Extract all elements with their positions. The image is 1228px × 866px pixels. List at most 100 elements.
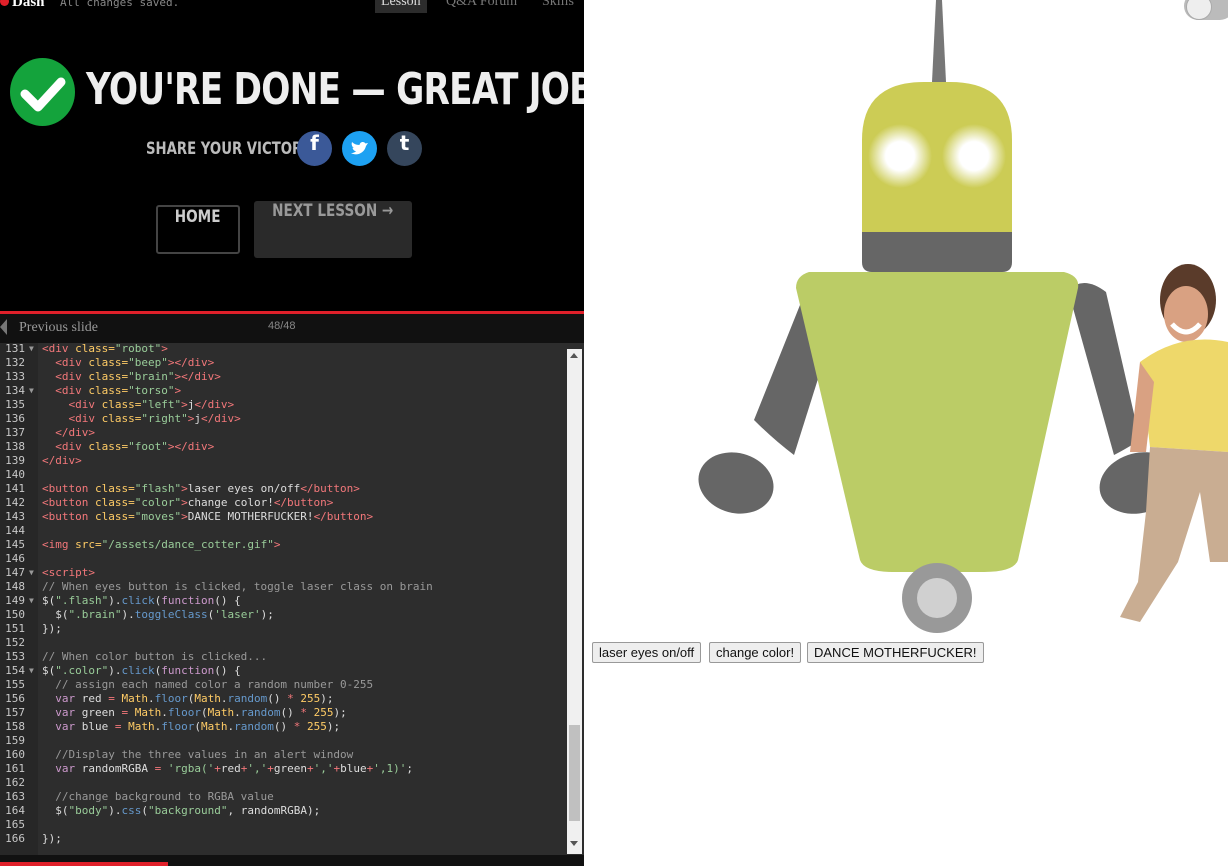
line-number: 134 [5, 384, 25, 397]
code-line[interactable]: <div class="robot"> [42, 343, 168, 355]
line-number: 153 [5, 650, 25, 663]
line-number: 146 [5, 552, 25, 565]
line-number: 160 [5, 748, 25, 761]
line-number: 157 [5, 706, 25, 719]
share-label: SHARE YOUR VICTORY: [146, 139, 316, 159]
previous-slide-link[interactable]: Previous slide [19, 320, 98, 336]
line-number: 131 [5, 343, 25, 355]
code-line[interactable]: <script> [42, 566, 95, 579]
line-number: 141 [5, 482, 25, 495]
code-line[interactable]: var green = Math.floor(Math.random() * 2… [42, 706, 346, 719]
fold-toggle-icon[interactable]: ▼ [29, 596, 34, 605]
fold-toggle-icon[interactable]: ▼ [29, 344, 34, 353]
line-number: 132 [5, 356, 25, 369]
next-lesson-button[interactable]: NEXT LESSON → [254, 201, 412, 258]
line-number: 164 [5, 804, 25, 817]
line-number: 138 [5, 440, 25, 453]
code-line[interactable]: <div class="beep"></div> [42, 356, 214, 369]
line-number: 158 [5, 720, 25, 733]
tab-skills[interactable]: Skills [536, 0, 580, 13]
logo-icon [0, 0, 9, 6]
logo[interactable]: Dash [0, 0, 45, 10]
dancer-image [1120, 264, 1228, 622]
twitter-icon[interactable] [342, 131, 377, 166]
code-line[interactable]: //Display the three values in an alert w… [42, 748, 353, 761]
change-color-button[interactable]: change color! [709, 642, 802, 663]
code-line[interactable]: var randomRGBA = 'rgba('+red+','+green+'… [42, 762, 413, 775]
robot-left-eye [868, 124, 932, 188]
robot-right-eye [942, 124, 1006, 188]
line-number: 140 [5, 468, 25, 481]
scroll-up-icon[interactable] [570, 353, 578, 358]
code-line[interactable]: </div> [42, 426, 95, 439]
logo-text: Dash [12, 0, 45, 10]
line-number: 151 [5, 622, 25, 635]
code-line[interactable]: </div> [42, 454, 82, 467]
code-line[interactable]: <div class="left">j</div> [42, 398, 235, 411]
line-number: 143 [5, 510, 25, 523]
line-number: 154 [5, 664, 25, 677]
chevron-left-icon[interactable] [0, 319, 7, 335]
line-number: 135 [5, 398, 25, 411]
line-number: 149 [5, 594, 25, 607]
completion-title: YOU'RE DONE — GREAT JOB! [86, 64, 610, 115]
line-number: 147 [5, 566, 25, 579]
facebook-icon[interactable]: f [297, 131, 332, 166]
code-line[interactable]: }); [42, 832, 62, 845]
code-line[interactable]: <img src="/assets/dance_cotter.gif"> [42, 538, 280, 551]
code-line[interactable]: <div class="right">j</div> [42, 412, 241, 425]
dance-button[interactable]: DANCE MOTHERFUCKER! [807, 642, 984, 663]
fold-toggle-icon[interactable]: ▼ [29, 666, 34, 675]
home-button-label: HOME [175, 207, 221, 227]
robot-antenna [932, 0, 946, 82]
code-line[interactable]: <button class="color">change color!</but… [42, 496, 333, 509]
line-number: 161 [5, 762, 25, 775]
lesson-progress-bar [0, 862, 168, 866]
code-line[interactable]: // When eyes button is clicked, toggle l… [42, 580, 433, 593]
line-number: 145 [5, 538, 25, 551]
code-line[interactable]: <button class="moves">DANCE MOTHERFUCKER… [42, 510, 373, 523]
code-line[interactable]: //change background to RGBA value [42, 790, 274, 803]
laser-eyes-button[interactable]: laser eyes on/off [592, 642, 702, 663]
code-line[interactable]: <div class="brain"></div> [42, 370, 221, 383]
line-number: 144 [5, 524, 25, 537]
code-line[interactable]: $("body").css("background", randomRGBA); [42, 804, 320, 817]
line-number: 166 [5, 832, 25, 845]
scrollbar-thumb[interactable] [569, 725, 580, 821]
code-line[interactable]: <button class="flash">laser eyes on/off<… [42, 482, 360, 495]
code-line[interactable]: }); [42, 622, 62, 635]
line-number: 133 [5, 370, 25, 383]
save-status: All changes saved. [60, 0, 180, 9]
line-number: 142 [5, 496, 25, 509]
code-line[interactable]: var red = Math.floor(Math.random() * 255… [42, 692, 333, 705]
home-button[interactable]: HOME [156, 205, 240, 254]
tumblr-icon[interactable]: t [387, 131, 422, 166]
line-number: 148 [5, 580, 25, 593]
code-line[interactable]: // When color button is clicked... [42, 650, 267, 663]
code-line[interactable]: // assign each named color a random numb… [42, 678, 373, 691]
code-line[interactable]: <div class="torso"> [42, 384, 181, 397]
line-number: 139 [5, 454, 25, 467]
tab-lesson[interactable]: Lesson [375, 0, 427, 13]
line-number: 156 [5, 692, 25, 705]
robot-foot-inner [917, 578, 957, 618]
robot-left-hand [698, 452, 774, 514]
code-line[interactable]: $(".brain").toggleClass('laser'); [42, 608, 274, 621]
code-line[interactable]: $(".flash").click(function() { [42, 594, 241, 607]
code-line[interactable]: <div class="foot"></div> [42, 440, 214, 453]
fold-toggle-icon[interactable]: ▼ [29, 568, 34, 577]
line-number: 136 [5, 412, 25, 425]
line-number: 150 [5, 608, 25, 621]
line-number: 137 [5, 426, 25, 439]
scroll-down-icon[interactable] [570, 841, 578, 846]
robot-jaw [862, 232, 1012, 272]
tab-qa-forum[interactable]: Q&A Forum [440, 0, 523, 13]
line-number: 163 [5, 790, 25, 803]
line-number: 165 [5, 818, 25, 831]
line-number: 152 [5, 636, 25, 649]
line-number: 155 [5, 678, 25, 691]
code-line[interactable]: $(".color").click(function() { [42, 664, 241, 677]
fold-toggle-icon[interactable]: ▼ [29, 386, 34, 395]
code-editor[interactable]: 131 ▼ <div class="robot"> 132 <div class="b… [0, 343, 584, 855]
code-line[interactable]: var blue = Math.floor(Math.random() * 25… [42, 720, 340, 733]
